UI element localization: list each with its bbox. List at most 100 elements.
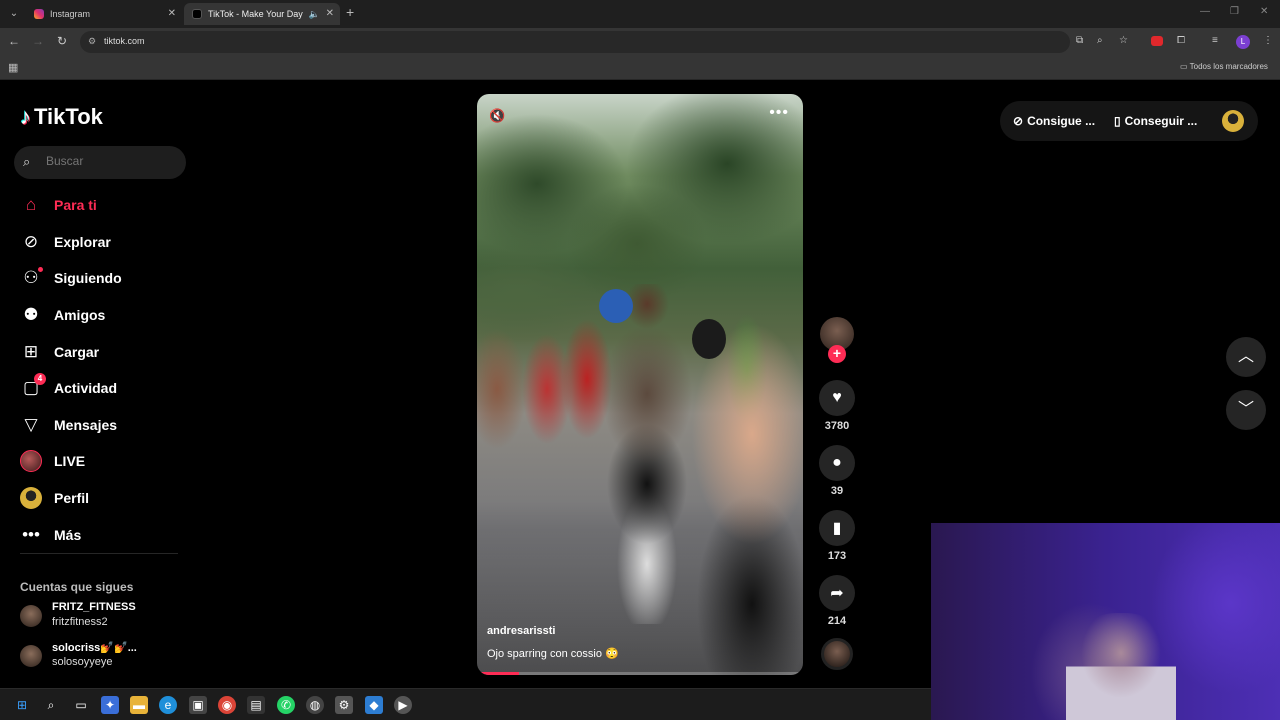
top-right-bar: ⊘ Consigue ... ▯ Conseguir ... (1000, 101, 1258, 141)
back-icon[interactable]: ← (6, 34, 22, 48)
browser-menu-icon[interactable]: ⋮ (1263, 35, 1273, 46)
chevron-up-icon: ︿ (1237, 348, 1254, 365)
windows-start-icon[interactable]: ⊞ (13, 696, 31, 714)
chrome-icon[interactable]: ◉ (218, 696, 236, 714)
sidebar-item-label: LIVE (54, 453, 86, 470)
account-handle: fritzfitness2 (52, 616, 108, 628)
install-app-icon[interactable]: ⧉ (1076, 35, 1083, 46)
tiktok-note-icon: ♪ (20, 104, 31, 129)
tab-audio-icon[interactable]: 🔈 (309, 3, 320, 25)
like-button[interactable]: ♥ 3780 (819, 380, 855, 432)
messages-icon: ▽ (24, 414, 38, 434)
app-icon[interactable]: ◆ (365, 696, 383, 714)
sidebar-item-label: Perfil (54, 490, 90, 507)
url-text: tiktok.com (104, 36, 145, 46)
sidebar-item-cargar[interactable]: ⊞ Cargar (20, 333, 190, 370)
store-icon[interactable]: ▣ (189, 696, 207, 714)
zoom-icon[interactable]: ⌕ (1097, 35, 1103, 46)
all-bookmarks-folder[interactable]: ▭ Todos los marcadores (1180, 62, 1268, 71)
mute-icon[interactable]: 🔇 (489, 108, 505, 124)
account-handle: solosoyyeye (52, 656, 113, 668)
sidebar-item-label: Amigos (54, 307, 106, 324)
share-button[interactable]: ➦ 214 (819, 575, 855, 627)
sidebar-item-para-ti[interactable]: ⌂ Para ti (20, 187, 190, 224)
following-account[interactable]: FRITZ_FITNESS fritzfitness2 (20, 601, 190, 631)
home-icon: ⌂ (25, 195, 37, 215)
sidebar-item-siguiendo[interactable]: ⚇ Siguiendo (20, 260, 190, 297)
user-avatar[interactable] (1222, 110, 1244, 132)
close-tab-icon[interactable]: ✕ (168, 3, 176, 25)
upload-icon: ⊞ (23, 341, 39, 361)
follow-plus-icon[interactable]: + (828, 345, 846, 363)
restore-icon[interactable]: ❐ (1230, 6, 1239, 17)
next-video-button[interactable]: ﹀ (1226, 390, 1266, 430)
bookmark-icon: ▮ (819, 510, 855, 546)
windows-taskbar: ⊞ ⌕ ▭ ✦ ▬ e ▣ ◉ ▤ ✆ ◍ ⚙ ◆ ▶ (0, 688, 931, 720)
sidebar-item-perfil[interactable]: Perfil (20, 480, 190, 517)
minimize-icon[interactable]: — (1200, 6, 1210, 17)
get-app-button[interactable]: ▯ Conseguir ... (1114, 101, 1197, 141)
search-input[interactable] (46, 154, 176, 168)
profile-avatar-icon (20, 487, 42, 510)
search-icon[interactable]: ⌕ (23, 154, 30, 170)
notification-dot (38, 267, 43, 273)
get-coins-button[interactable]: ⊘ Consigue ... (1013, 101, 1095, 141)
bookmarks-bar: ▦ ▭ Todos los marcadores (0, 56, 1280, 80)
close-tab-icon[interactable]: ✕ (326, 3, 334, 25)
forward-icon[interactable]: → (30, 34, 46, 48)
copilot-icon[interactable]: ✦ (101, 696, 119, 714)
file-explorer-icon[interactable]: ▬ (130, 696, 148, 714)
tiktok-favicon-icon (192, 9, 202, 19)
apps-grid-icon[interactable]: ▦ (8, 61, 18, 74)
media-player-icon[interactable]: ▶ (394, 696, 412, 714)
browser-profile-avatar[interactable]: L (1236, 35, 1250, 49)
reload-icon[interactable]: ↻ (54, 34, 70, 48)
tab-title: Instagram (50, 9, 91, 19)
search-box[interactable]: ⌕ (14, 146, 186, 179)
new-tab-button[interactable]: + (346, 4, 354, 20)
sidebar-item-live[interactable]: LIVE (20, 443, 190, 480)
video-player[interactable]: 🔇 ••• andresarissti Ojo sparring con cos… (477, 94, 803, 675)
close-window-icon[interactable]: ✕ (1260, 6, 1268, 17)
app-icon[interactable]: ◍ (306, 696, 324, 714)
task-view-icon[interactable]: ▭ (72, 696, 90, 714)
tab-instagram[interactable]: Instagram ✕ (26, 3, 182, 25)
sidebar-item-mensajes[interactable]: ▽ Mensajes (20, 407, 190, 444)
video-progress-bar[interactable] (477, 672, 803, 675)
video-frame-fighter (682, 324, 803, 675)
media-control-icon[interactable]: ≡ (1212, 35, 1218, 46)
site-info-icon[interactable]: ⚙ (88, 36, 96, 47)
more-options-icon[interactable]: ••• (769, 104, 789, 122)
video-author[interactable]: andresarissti (487, 625, 555, 637)
taskbar-search-icon[interactable]: ⌕ (42, 696, 60, 714)
sidebar-nav: ⌂ Para ti ⊘ Explorar ⚇ Siguiendo ⚉ Amigo… (20, 187, 190, 553)
edge-icon[interactable]: e (159, 696, 177, 714)
app-icon[interactable]: ▤ (247, 696, 265, 714)
video-caption: Ojo sparring con cossio 😳 (487, 648, 619, 660)
extensions-icon[interactable]: ⧠ (1177, 35, 1185, 46)
extension-adblock-icon[interactable] (1151, 36, 1163, 46)
sidebar-item-explorar[interactable]: ⊘ Explorar (20, 224, 190, 261)
whatsapp-icon[interactable]: ✆ (277, 696, 295, 714)
omnibox[interactable]: ⚙ tiktok.com (80, 31, 1070, 53)
sidebar-item-amigos[interactable]: ⚉ Amigos (20, 297, 190, 334)
activity-badge: 4 (34, 373, 46, 386)
sidebar-item-mas[interactable]: ••• Más (20, 516, 190, 553)
tab-search-icon[interactable]: ⌄ (6, 6, 22, 22)
music-disc-icon[interactable] (821, 638, 853, 670)
following-section-title: Cuentas que sigues (20, 580, 134, 594)
settings-icon[interactable]: ⚙ (335, 696, 353, 714)
tiktok-logo[interactable]: ♪ TikTok (20, 103, 103, 131)
address-toolbar: ← → ↻ ⚙ tiktok.com ⧉ ⌕ ☆ ⧠ ≡ L ⋮ (0, 28, 1280, 56)
avatar (20, 645, 42, 667)
following-account[interactable]: solocriss💅💅... solosoyyeye (20, 641, 190, 671)
sidebar-item-actividad[interactable]: ▢ 4 Actividad (20, 370, 190, 407)
save-button[interactable]: ▮ 173 (819, 510, 855, 562)
bookmark-star-icon[interactable]: ☆ (1119, 35, 1128, 46)
comment-count: 39 (830, 485, 844, 497)
like-count: 3780 (824, 420, 850, 432)
sidebar-item-label: Siguiendo (54, 270, 122, 287)
tab-tiktok[interactable]: TikTok - Make Your Day 🔈 ✕ (184, 3, 340, 25)
previous-video-button[interactable]: ︿ (1226, 337, 1266, 377)
comment-button[interactable]: ● 39 (819, 445, 855, 497)
